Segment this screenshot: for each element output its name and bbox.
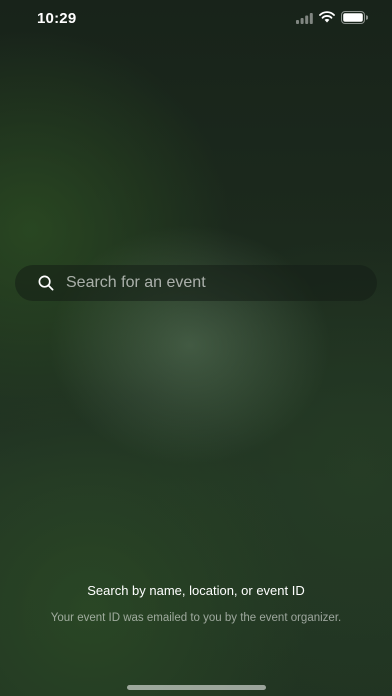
search-input[interactable] [66,265,356,301]
battery-icon [341,11,368,24]
status-time: 10:29 [37,10,77,27]
hint-subtitle: Your event ID was emailed to you by the … [50,612,342,624]
app-screen: 10:29 Search by name, location, or event… [0,0,392,696]
search-bar[interactable] [15,265,377,301]
status-bar: 10:29 [0,0,392,36]
search-hint: Search by name, location, or event ID Yo… [40,583,352,625]
hint-title: Search by name, location, or event ID [87,583,305,598]
wifi-icon [319,11,335,23]
search-icon [38,275,54,291]
home-indicator[interactable] [127,685,266,690]
signal-icon [296,13,313,24]
